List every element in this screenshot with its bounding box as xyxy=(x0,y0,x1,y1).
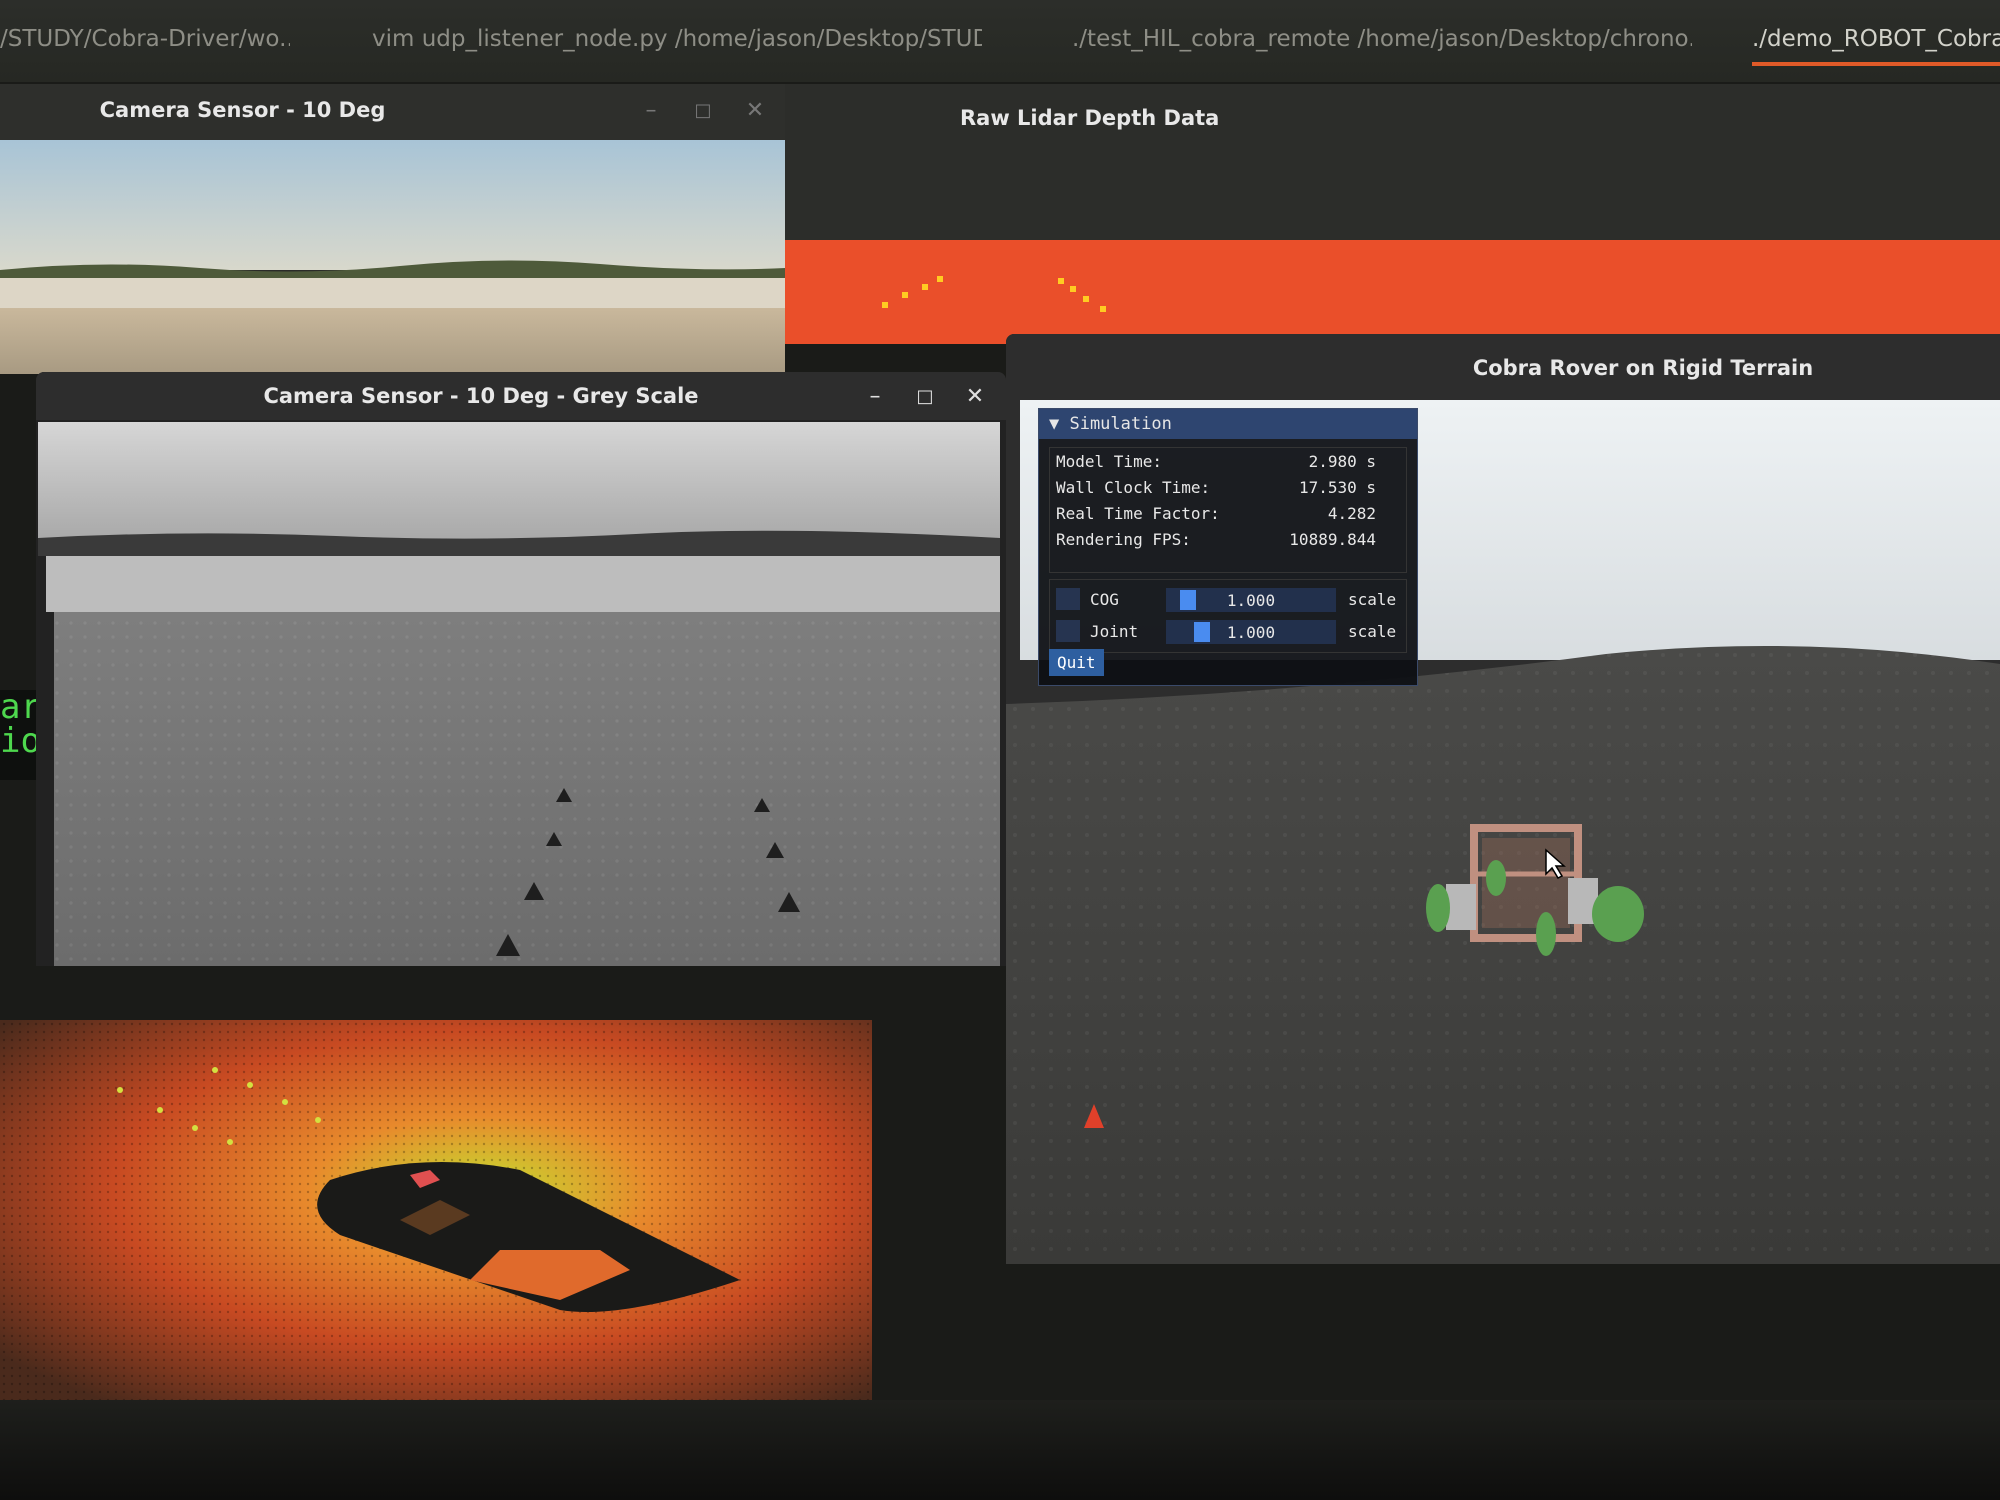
maximize-icon[interactable]: □ xyxy=(910,382,940,412)
maximize-icon[interactable]: □ xyxy=(688,96,718,126)
slider-value: 1.000 xyxy=(1226,623,1276,642)
terminal-tab-4[interactable]: ./demo_ROBOT_Cobra xyxy=(1752,26,2000,66)
stat-value: 10889.844 xyxy=(1289,530,1376,549)
cog-slider-row: COG 1.000 scale xyxy=(1056,584,1400,616)
stat-value: 17.530 s xyxy=(1298,478,1376,497)
joint-checkbox[interactable] xyxy=(1056,620,1080,642)
grey-window-titlebar[interactable]: Camera Sensor - 10 Deg - Grey Scale – □ … xyxy=(36,372,1006,420)
stat-label: Wall Clock Time: xyxy=(1056,478,1211,497)
quit-button[interactable]: Quit xyxy=(1049,649,1104,676)
lidar-point-cloud-view xyxy=(0,1020,872,1400)
lidar-depth-image xyxy=(785,240,2000,344)
grey-scale-camera-image xyxy=(36,420,1006,966)
screen-bezel xyxy=(0,1400,2000,1500)
stat-row: Real Time Factor: 4.282 xyxy=(1056,504,1400,530)
slider-label: Joint xyxy=(1090,622,1139,641)
window-title: Cobra Rover on Rigid Terrain xyxy=(1472,356,1814,380)
minimize-icon[interactable]: – xyxy=(636,96,666,126)
lidar-window-titlebar[interactable]: Raw Lidar Depth Data xyxy=(785,84,2000,240)
grey-scale-camera-window[interactable]: Camera Sensor - 10 Deg - Grey Scale – □ … xyxy=(36,372,1006,966)
slider-value: 1.000 xyxy=(1226,591,1276,610)
camera-sensor-window[interactable]: Camera Sensor - 10 Deg – □ ✕ xyxy=(0,84,785,374)
simulation-stats: Model Time: 2.980 s Wall Clock Time: 17.… xyxy=(1049,447,1407,573)
simulation-panel[interactable]: ▼ Simulation Model Time: 2.980 s Wall Cl… xyxy=(1038,408,1418,686)
stat-label: Model Time: xyxy=(1056,452,1162,471)
terminal-tab-3[interactable]: ./test_HIL_cobra_remote /home/jason/Desk… xyxy=(1072,26,1692,66)
cobra-rover-window[interactable]: Cobra Rover on Rigid Terrain ▼ Simulatio… xyxy=(1006,334,2000,1264)
close-icon[interactable]: ✕ xyxy=(960,382,990,412)
stat-value: 2.980 s xyxy=(1308,452,1376,471)
window-title: Raw Lidar Depth Data xyxy=(960,106,1220,130)
close-icon[interactable]: ✕ xyxy=(740,96,770,126)
slider-unit: scale xyxy=(1348,622,1397,641)
joint-slider-row: Joint 1.000 scale xyxy=(1056,616,1400,648)
terminal-tab-2[interactable]: vim udp_listener_node.py /home/jason/Des… xyxy=(372,26,982,66)
stat-row: Rendering FPS: 10889.844 xyxy=(1056,530,1400,556)
stat-label: Rendering FPS: xyxy=(1056,530,1191,549)
minimize-icon[interactable]: – xyxy=(860,382,890,412)
lidar-depth-window[interactable]: Raw Lidar Depth Data xyxy=(785,84,2000,344)
rover-window-titlebar[interactable]: Cobra Rover on Rigid Terrain xyxy=(1006,334,2000,394)
terminal-tab-bar: /STUDY/Cobra-Driver/wo... vim udp_listen… xyxy=(0,0,2000,82)
stat-row: Model Time: 2.980 s xyxy=(1056,452,1400,478)
slider-label: COG xyxy=(1090,590,1119,609)
window-title: Camera Sensor - 10 Deg - Grey Scale xyxy=(263,384,699,408)
window-title: Camera Sensor - 10 Deg xyxy=(99,98,386,122)
terminal-tab-1[interactable]: /STUDY/Cobra-Driver/wo... xyxy=(0,26,290,66)
stat-row: Wall Clock Time: 17.530 s xyxy=(1056,478,1400,504)
cog-checkbox[interactable] xyxy=(1056,588,1080,610)
cog-scale-slider[interactable]: 1.000 xyxy=(1166,588,1336,612)
stat-label: Real Time Factor: xyxy=(1056,504,1220,523)
slider-unit: scale xyxy=(1348,590,1397,609)
simulation-panel-header[interactable]: ▼ Simulation xyxy=(1039,409,1417,439)
scale-sliders: COG 1.000 scale Joint 1.000 scale xyxy=(1049,579,1407,653)
stat-value: 4.282 xyxy=(1327,504,1376,523)
camera-window-titlebar[interactable]: Camera Sensor - 10 Deg – □ ✕ xyxy=(0,84,785,140)
joint-scale-slider[interactable]: 1.000 xyxy=(1166,620,1336,644)
camera-feed-image xyxy=(0,140,785,374)
